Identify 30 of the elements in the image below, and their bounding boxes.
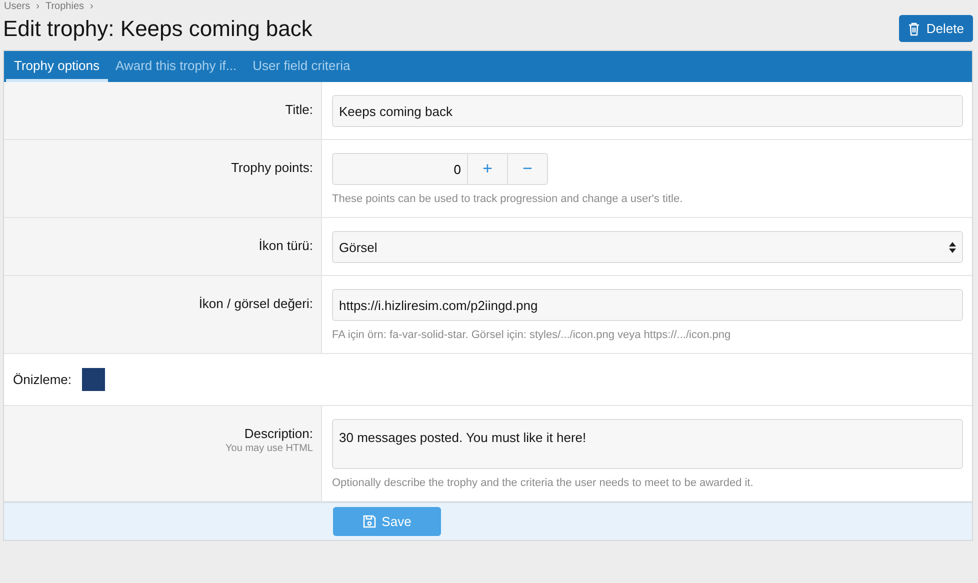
tab[interactable]: User field criteria	[244, 51, 358, 82]
field-hint: Optionally describe the trophy and the criteria the user needs to meet to be awarded it.	[332, 477, 754, 489]
field-label: Title:	[285, 102, 313, 117]
field-hint: These points can be used to track progression and change a user's title.	[332, 193, 684, 205]
field-label: İkon türü:	[258, 238, 313, 253]
field-label: Trophy points:	[231, 160, 313, 175]
text-field[interactable]: Keeps coming back	[332, 95, 963, 127]
decrement-button[interactable]: −	[507, 154, 547, 184]
breadcrumb-link[interactable]: Trophies	[45, 1, 84, 13]
floppy-disk-icon	[362, 515, 376, 528]
field-label: İkon / görsel değeri:	[198, 296, 313, 311]
textarea-field[interactable]: 30 messages posted. You must like it here!	[332, 419, 963, 469]
page-title: Edit trophy: Keeps coming back	[3, 16, 312, 42]
dropdown-field[interactable]: Görsel	[332, 231, 963, 263]
icon-preview-image	[82, 368, 105, 391]
delete-button[interactable]: Delete	[899, 15, 973, 42]
breadcrumb-separator: ›	[90, 1, 94, 13]
field-sublabel: You may use HTML	[226, 443, 313, 454]
field-label: Önizleme:	[13, 372, 72, 387]
increment-button[interactable]: +	[467, 154, 507, 184]
tab[interactable]: Award this trophy if...	[108, 51, 245, 82]
text-field[interactable]: https://i.hizliresim.com/p2iingd.png	[332, 289, 963, 321]
breadcrumb-link[interactable]: Users	[4, 1, 30, 13]
field-label: Description:	[244, 426, 313, 441]
field-hint: FA için örn: fa-var-solid-star. Görsel için: styles/.../icon.png veya https://.../icon.png	[332, 329, 732, 341]
trash-icon	[908, 22, 920, 36]
number-field[interactable]: 0 + −	[332, 153, 548, 185]
save-button[interactable]: Save	[333, 507, 441, 536]
up-down-arrows-icon	[949, 242, 956, 252]
breadcrumb-separator: ›	[36, 1, 40, 13]
